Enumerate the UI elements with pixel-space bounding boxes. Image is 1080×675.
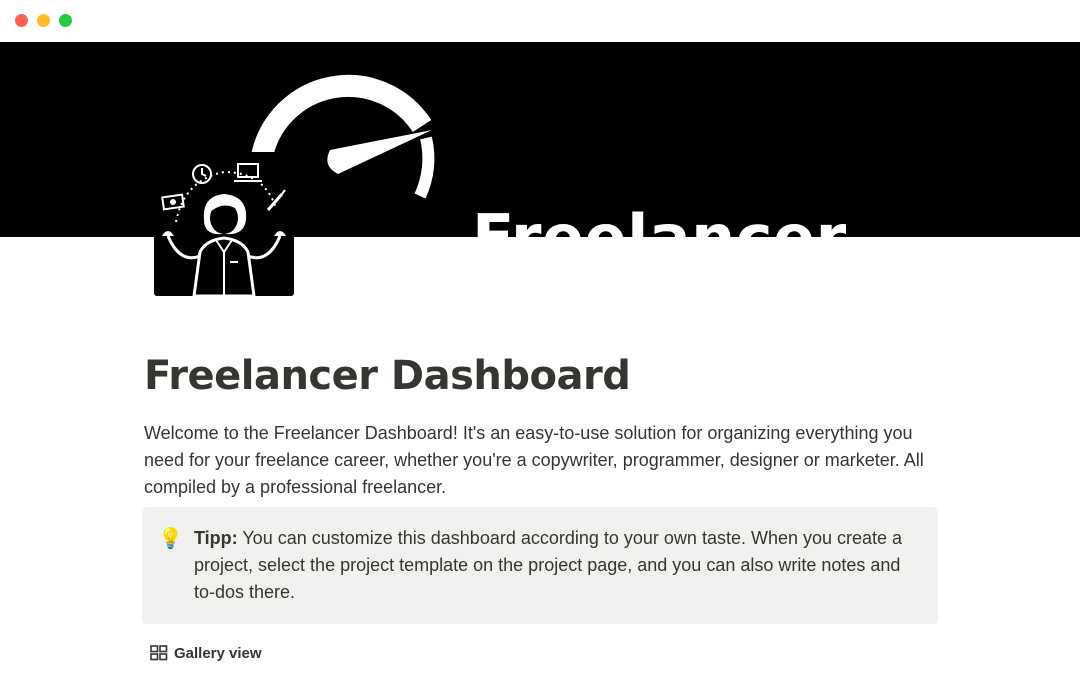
intro-paragraph[interactable]: Welcome to the Freelancer Dashboard! It'… [144,420,944,501]
cover-title-line-1: Freelancer [472,201,847,274]
window-titlebar [0,0,1080,42]
maximize-window-button[interactable] [59,14,72,27]
callout-text[interactable]: Tipp: You can customize this dashboard a… [194,525,924,606]
gallery-grid-icon [150,645,168,661]
freelancer-juggling-tasks-icon [161,163,286,296]
lightbulb-icon[interactable]: 💡 [158,527,183,551]
close-window-button[interactable] [15,14,28,27]
gallery-view-tab[interactable]: Gallery view [150,641,262,665]
callout-body: You can customize this dashboard accordi… [194,528,903,602]
cover-title: Freelancer Dashboard [472,94,855,574]
callout-label: Tipp: [194,528,238,548]
app-window: Freelancer Dashboard Freelancer Dashboar… [0,0,1080,675]
tip-callout[interactable]: 💡 Tipp: You can customize this dashboard… [142,507,938,624]
gallery-view-label: Gallery view [174,644,262,662]
page-icon[interactable] [154,152,294,296]
minimize-window-button[interactable] [37,14,50,27]
page-title[interactable]: Freelancer Dashboard [144,340,940,412]
page-content: Freelancer Dashboard Welcome to the Free… [144,340,940,501]
